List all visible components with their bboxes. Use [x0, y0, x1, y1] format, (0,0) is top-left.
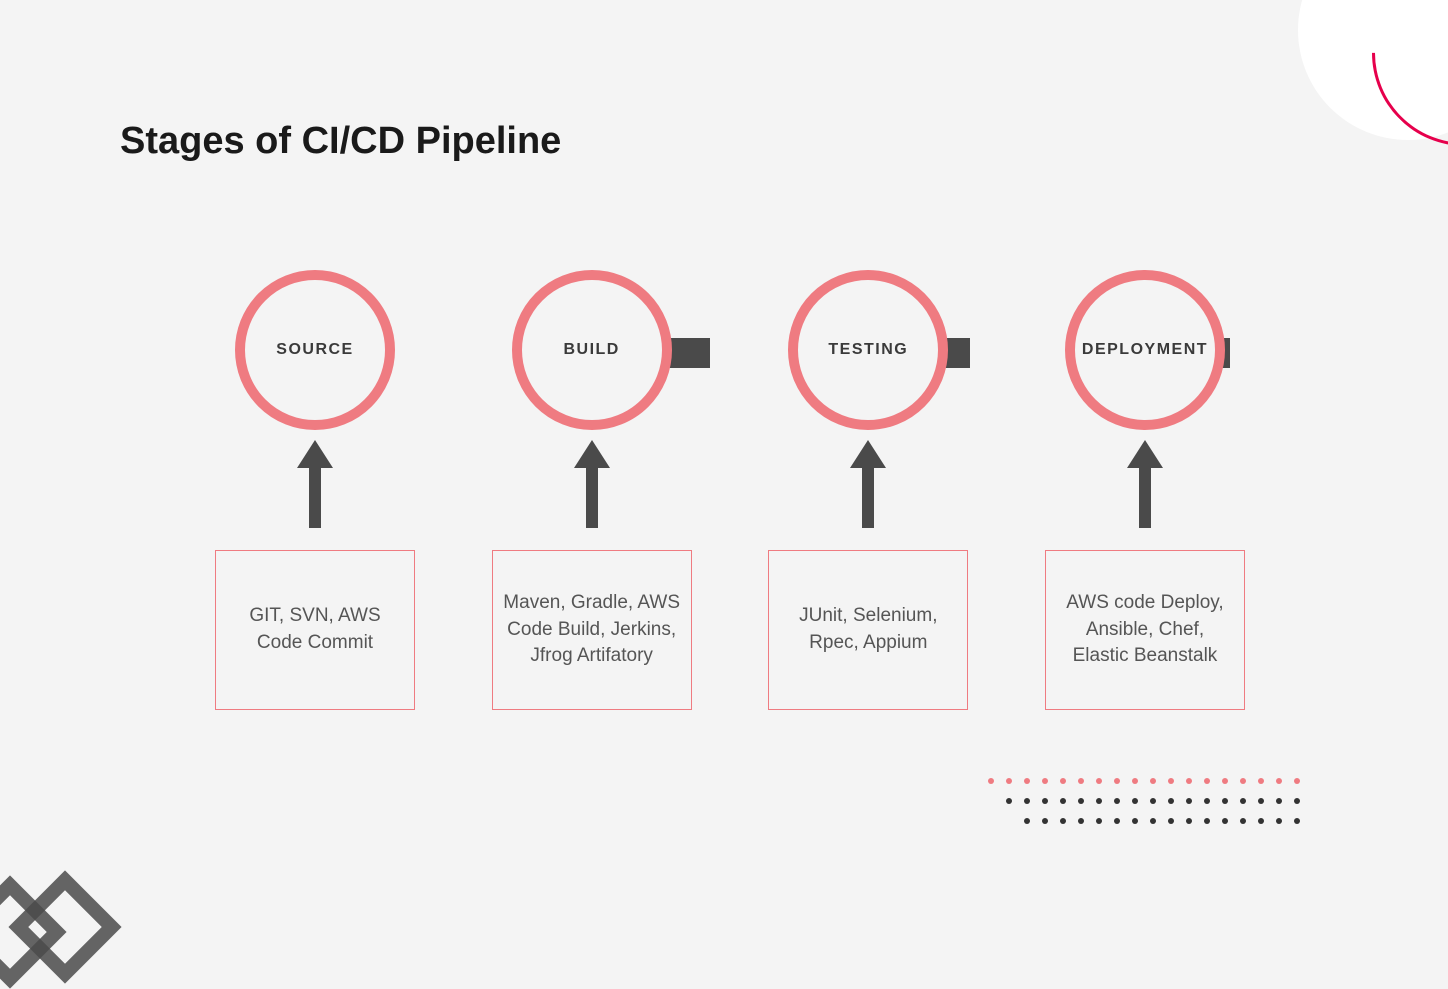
arrow-up: [230, 440, 400, 528]
dot: [1240, 798, 1246, 804]
arrow-up-icon: [850, 440, 886, 468]
dot: [1168, 818, 1174, 824]
tools-box-testing: JUnit, Selenium, Rpec, Appium: [768, 550, 968, 710]
dot: [1150, 818, 1156, 824]
arrow-stem: [862, 468, 874, 528]
dot: [1078, 778, 1084, 784]
dot: [1222, 818, 1228, 824]
arrows-row: [230, 440, 1230, 528]
dot: [1006, 798, 1012, 804]
dot: [1096, 778, 1102, 784]
stage-circle: DEPLOYMENT: [1065, 270, 1225, 430]
dot: [1078, 818, 1084, 824]
dot: [1042, 818, 1048, 824]
arrow-stem: [309, 468, 321, 528]
tools-box-build: Maven, Gradle, AWS Code Build, Jerkins, …: [492, 550, 692, 710]
dot: [1132, 778, 1138, 784]
stage-deployment: DEPLOYMENT: [1060, 270, 1230, 430]
stage-circle: BUILD: [512, 270, 672, 430]
dot: [1150, 778, 1156, 784]
dot: [1186, 798, 1192, 804]
stage-testing: TESTING: [783, 270, 953, 430]
dot: [1276, 798, 1282, 804]
arrow-up-icon: [1127, 440, 1163, 468]
dot: [1258, 818, 1264, 824]
dot: [1240, 818, 1246, 824]
dot: [1150, 798, 1156, 804]
dot: [1186, 778, 1192, 784]
dot: [1024, 798, 1030, 804]
dot: [1006, 778, 1012, 784]
dot: [1204, 818, 1210, 824]
dot: [1204, 798, 1210, 804]
dot: [988, 778, 994, 784]
dot: [1276, 778, 1282, 784]
stage-source: SOURCE: [230, 270, 400, 430]
tools-box-deployment: AWS code Deploy, Ansible, Chef, Elastic …: [1045, 550, 1245, 710]
arrow-up-icon: [297, 440, 333, 468]
tools-text: GIT, SVN, AWS Code Commit: [226, 603, 404, 656]
dot: [1096, 818, 1102, 824]
arrow-up-icon: [574, 440, 610, 468]
dot: [1024, 818, 1030, 824]
dot: [1258, 778, 1264, 784]
dot: [1258, 798, 1264, 804]
dot: [1042, 798, 1048, 804]
stage-circle: SOURCE: [235, 270, 395, 430]
stage-circle: TESTING: [788, 270, 948, 430]
arrow-stem: [586, 468, 598, 528]
dot: [1060, 778, 1066, 784]
dot: [1294, 818, 1300, 824]
stage-label: BUILD: [563, 341, 619, 359]
stage-label: SOURCE: [276, 341, 353, 359]
tools-text: JUnit, Selenium, Rpec, Appium: [779, 603, 957, 656]
dot: [1168, 778, 1174, 784]
dot: [1132, 798, 1138, 804]
arrow-up: [507, 440, 677, 528]
dot: [1222, 798, 1228, 804]
dot: [1186, 818, 1192, 824]
tools-box-source: GIT, SVN, AWS Code Commit: [215, 550, 415, 710]
dot: [1078, 798, 1084, 804]
dot: [1024, 778, 1030, 784]
dot: [1294, 778, 1300, 784]
tools-text: Maven, Gradle, AWS Code Build, Jerkins, …: [503, 590, 681, 670]
dot: [1042, 778, 1048, 784]
tools-text: AWS code Deploy, Ansible, Chef, Elastic …: [1056, 590, 1234, 670]
dot: [1114, 778, 1120, 784]
dot: [1132, 818, 1138, 824]
dot: [1222, 778, 1228, 784]
stage-build: BUILD: [507, 270, 677, 430]
tools-row: GIT, SVN, AWS Code Commit Maven, Gradle,…: [215, 550, 1245, 710]
arrow-stem: [1139, 468, 1151, 528]
arrow-up: [783, 440, 953, 528]
pipeline-row: SOURCE BUILD TESTING DEPLOYMENT: [230, 270, 1230, 430]
dot: [1114, 818, 1120, 824]
stage-label: TESTING: [828, 341, 908, 359]
dot: [1276, 818, 1282, 824]
dot: [1060, 818, 1066, 824]
dot-pattern: [988, 778, 1308, 832]
dot: [1060, 798, 1066, 804]
corner-decoration: [1298, 0, 1448, 140]
dot: [1168, 798, 1174, 804]
arrow-up: [1060, 440, 1230, 528]
diagram-title: Stages of CI/CD Pipeline: [120, 120, 561, 163]
dot: [1204, 778, 1210, 784]
dot: [1114, 798, 1120, 804]
dot: [1294, 798, 1300, 804]
dot: [1240, 778, 1246, 784]
dot: [1096, 798, 1102, 804]
stage-label: DEPLOYMENT: [1082, 341, 1208, 359]
